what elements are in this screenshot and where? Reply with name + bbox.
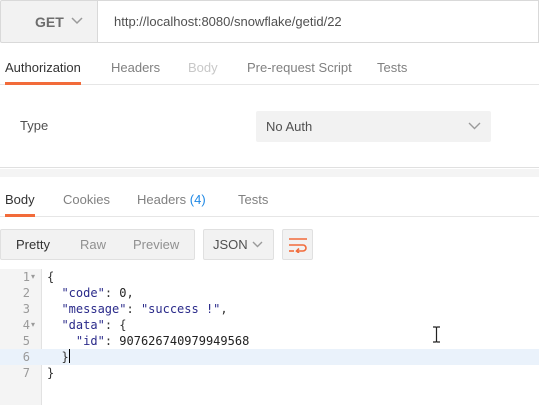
code-text: } (47, 366, 55, 380)
fold-arrow-icon[interactable]: ▾ (31, 317, 35, 333)
json-value: 907626740979949568 (119, 334, 250, 348)
raw-button[interactable]: Raw (80, 230, 106, 259)
code-text: "code": 0, (61, 286, 134, 300)
code-line-active: 6 } (0, 349, 539, 365)
code-text: } (47, 349, 70, 364)
code-line: 4 ▾ "data": { (0, 317, 539, 333)
chevron-down-icon (71, 17, 83, 25)
response-headers-label: Headers (137, 192, 187, 207)
tab-test-results[interactable]: Tests (238, 184, 268, 217)
json-value: 0 (119, 286, 127, 300)
wrap-lines-button[interactable] (282, 229, 313, 260)
text-cursor-icon (433, 326, 440, 343)
code-line: 1 ▾ { (0, 269, 539, 285)
code-line: 2 "code": 0, (0, 285, 539, 301)
code-line: 5 "id": 907626740979949568 (0, 333, 539, 349)
tab-response-body[interactable]: Body (5, 184, 35, 217)
json-key: "code" (61, 286, 105, 300)
code-text: { (47, 270, 55, 284)
method-label: GET (35, 13, 64, 30)
response-toolbar: Pretty Raw Preview JSON (0, 217, 539, 269)
response-headers-count: (4) (189, 192, 206, 207)
json-key: "data" (61, 318, 105, 332)
auth-section: Type No Auth (0, 86, 539, 168)
tab-cookies[interactable]: Cookies (63, 184, 110, 217)
line-number: 2 (22, 286, 30, 300)
tab-body[interactable]: Body (188, 52, 218, 85)
line-number: 4 (22, 318, 30, 332)
line-number: 1 (22, 270, 30, 284)
fold-arrow-icon[interactable]: ▾ (31, 269, 35, 285)
tab-pre-request-script[interactable]: Pre-request Script (247, 52, 352, 85)
tab-tests[interactable]: Tests (377, 52, 407, 85)
code-text: "message": "success !", (61, 302, 228, 316)
tab-headers[interactable]: Headers (111, 52, 160, 85)
line-number: 6 (22, 350, 30, 364)
response-tabs: Body Cookies Headers (4) Tests (0, 184, 539, 217)
format-select[interactable]: JSON (203, 229, 274, 260)
pretty-button[interactable]: Pretty (16, 230, 50, 259)
json-key: "id" (75, 334, 105, 348)
view-mode-switch: Pretty Raw Preview (0, 229, 195, 260)
line-number: 7 (22, 366, 30, 380)
code-text: "id": 907626740979949568 (75, 334, 250, 348)
section-divider (0, 169, 539, 177)
auth-type-select[interactable]: No Auth (256, 111, 491, 142)
preview-button[interactable]: Preview (133, 230, 179, 259)
chevron-down-icon (468, 122, 481, 130)
url-input[interactable]: http://localhost:8080/snowflake/getid/22 (98, 0, 539, 43)
auth-type-value: No Auth (266, 119, 313, 134)
json-key: "message" (61, 302, 127, 316)
chevron-down-icon (252, 241, 263, 248)
code-text: "data": { (61, 318, 127, 332)
response-body-editor[interactable]: 1 ▾ { 2 "code": 0, 3 "message": "success… (0, 269, 539, 405)
json-value: "success !" (140, 302, 221, 316)
request-tabs: Authorization Headers Body Pre-request S… (0, 52, 539, 85)
line-number: 5 (22, 334, 30, 348)
wrap-lines-icon (289, 238, 307, 253)
code-line: 3 "message": "success !", (0, 301, 539, 317)
auth-type-label: Type (20, 118, 49, 133)
line-number: 3 (22, 302, 30, 316)
format-value: JSON (213, 237, 248, 252)
tab-authorization[interactable]: Authorization (5, 52, 81, 85)
text-caret (68, 349, 70, 363)
tab-response-headers[interactable]: Headers (4) (137, 184, 206, 217)
code-line: 7 } (0, 365, 539, 381)
method-select[interactable]: GET (0, 0, 98, 43)
url-bar: GET http://localhost:8080/snowflake/geti… (0, 0, 539, 48)
